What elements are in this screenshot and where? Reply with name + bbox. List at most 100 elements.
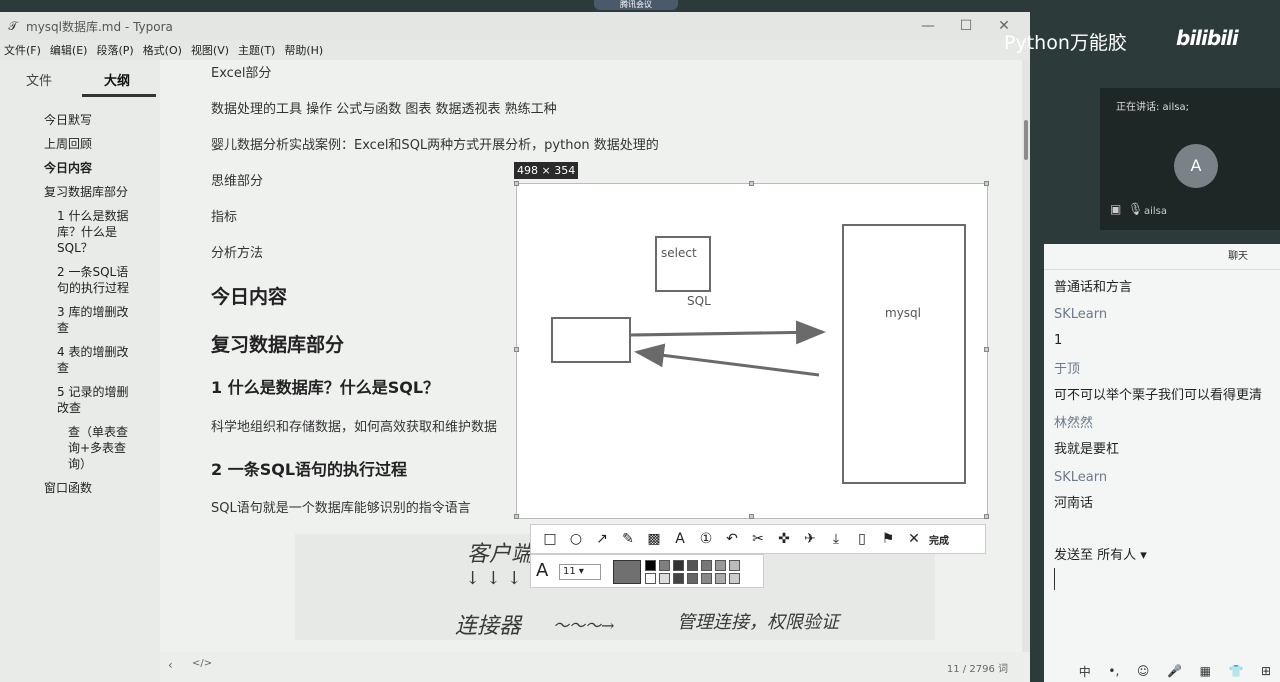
outline-item[interactable]: 5 记录的增删改查: [0, 384, 160, 416]
translate-icon[interactable]: ✈: [797, 527, 823, 551]
color-swatch[interactable]: [687, 560, 698, 571]
ime-indicator[interactable]: 中: [1079, 663, 1091, 680]
mosaic-tool-icon[interactable]: ▩: [641, 527, 667, 551]
color-swatch[interactable]: [715, 573, 726, 584]
menu-theme[interactable]: 主题(T): [238, 42, 275, 58]
resize-handle[interactable]: [514, 181, 519, 186]
color-swatch[interactable]: [659, 560, 670, 571]
number-tool-icon[interactable]: ①: [693, 527, 719, 551]
handwritten-connector: 连接器: [455, 614, 522, 639]
undo-icon[interactable]: ↶: [719, 527, 745, 551]
outline-item[interactable]: 查（单表查询+多表查询）: [0, 424, 160, 472]
cancel-icon[interactable]: ✕: [901, 527, 927, 551]
tab-files[interactable]: 文件: [0, 70, 78, 89]
tab-outline[interactable]: 大纲: [78, 70, 156, 89]
outline-item[interactable]: 2 一条SQL语句的执行过程: [0, 264, 160, 296]
handwritten-client: 客户端: [467, 542, 534, 567]
maximize-button[interactable]: ☐: [948, 12, 984, 40]
phone-icon[interactable]: ▯: [849, 527, 875, 551]
color-swatch[interactable]: [715, 560, 726, 571]
color-swatch[interactable]: [673, 560, 684, 571]
color-swatch[interactable]: [729, 573, 740, 584]
arrow-from-mysql: [634, 343, 820, 377]
bookmark-icon[interactable]: ⚑: [875, 527, 901, 551]
system-tray: 中 •, ☺ 🎤 ▦ 👕 ⊞: [1070, 660, 1280, 682]
chat-message: 我就是要杠: [1054, 442, 1120, 457]
menu-view[interactable]: 视图(V): [191, 42, 229, 58]
emoji-icon[interactable]: ☺: [1137, 664, 1150, 678]
color-swatch[interactable]: [701, 573, 712, 584]
chat-sender: SKLearn: [1054, 470, 1108, 485]
color-swatch[interactable]: [729, 560, 740, 571]
outline-item[interactable]: 窗口函数: [0, 480, 160, 496]
menu-paragraph[interactable]: 段落(P): [96, 42, 133, 58]
sidebar: 文件 大纲 今日默写 上周回顾 今日内容 复习数据库部分 1 什么是数据库？什么…: [0, 60, 160, 682]
color-swatch[interactable]: [687, 573, 698, 584]
word-count[interactable]: 11 / 2796 词: [947, 660, 1008, 675]
skin-icon[interactable]: 👕: [1229, 664, 1244, 678]
outline-item[interactable]: 上周回顾: [0, 136, 160, 152]
resize-handle[interactable]: [514, 347, 519, 352]
send-to-selector[interactable]: 发送至 所有人 ▾: [1054, 544, 1147, 563]
grid-icon[interactable]: ⊞: [1261, 664, 1271, 678]
paragraph: 婴儿数据分析实战案例：Excel和SQL两种方式开展分析，python 数据处理…: [211, 138, 659, 153]
text-tool-icon[interactable]: A: [667, 527, 693, 551]
keyboard-icon[interactable]: ▦: [1200, 664, 1211, 678]
speaker-panel: 正在讲话: ailsa; A ▣ 🎙 ailsa: [1100, 88, 1280, 230]
outline-item[interactable]: 今日默写: [0, 112, 160, 128]
minimize-button[interactable]: —: [910, 12, 946, 40]
meeting-app-pill[interactable]: 腾讯会议: [594, 0, 678, 10]
editor-scrollbar[interactable]: [1022, 60, 1030, 660]
resize-handle[interactable]: [514, 514, 519, 519]
channel-brand: Python万能胶: [1004, 32, 1127, 54]
save-icon[interactable]: ⤓: [823, 527, 849, 551]
done-button[interactable]: 完成: [929, 532, 949, 547]
scroll-thumb[interactable]: [1024, 120, 1028, 160]
punctuation-icon[interactable]: •,: [1108, 664, 1119, 678]
resize-handle[interactable]: [749, 514, 754, 519]
chat-input-caret[interactable]: [1054, 568, 1055, 590]
menu-file[interactable]: 文件(F): [4, 42, 41, 58]
color-swatch[interactable]: [673, 573, 684, 584]
heading: 今日内容: [211, 286, 288, 308]
video-off-icon: ▣: [1110, 202, 1122, 216]
capture-region[interactable]: select SQL mysql: [514, 181, 989, 519]
font-size-select[interactable]: 11 ▾: [559, 564, 601, 580]
resize-handle[interactable]: [984, 181, 989, 186]
screenshot-toolbar: □ ○ ↗ ✎ ▩ A ① ↶ ✂ ✜ ✈ ⤓ ▯ ⚑ ✕ 完成: [530, 524, 986, 554]
pin-icon[interactable]: ✂: [745, 527, 771, 551]
handwritten-arrow: ～～～→: [553, 616, 615, 635]
ellipse-tool-icon[interactable]: ○: [563, 527, 589, 551]
arrow-tool-icon[interactable]: ↗: [589, 527, 615, 551]
menu-bar: 文件(F) 编辑(E) 段落(P) 格式(O) 视图(V) 主题(T) 帮助(H…: [0, 40, 1030, 60]
resize-handle[interactable]: [984, 514, 989, 519]
paragraph: 数据处理的工具 操作 公式与函数 图表 数据透视表 熟练工种: [211, 102, 557, 117]
color-swatch[interactable]: [701, 560, 712, 571]
rectangle-tool-icon[interactable]: □: [537, 527, 563, 551]
menu-format[interactable]: 格式(O): [143, 42, 182, 58]
microphone-icon: 🎙: [1128, 202, 1144, 216]
outline-item[interactable]: 今日内容: [0, 160, 160, 176]
color-swatch[interactable]: [645, 560, 656, 571]
resize-handle[interactable]: [984, 347, 989, 352]
chat-sender: SKLearn: [1054, 307, 1108, 322]
pen-tool-icon[interactable]: ✎: [615, 527, 641, 551]
source-mode-icon[interactable]: </>: [192, 658, 212, 669]
back-icon[interactable]: ‹: [168, 658, 173, 672]
outline-item[interactable]: 1 什么是数据库？什么是SQL？: [0, 208, 160, 256]
speaking-indicator: 正在讲话: ailsa;: [1116, 102, 1189, 113]
outline-item[interactable]: 3 库的增删改查: [0, 304, 160, 336]
menu-help[interactable]: 帮助(H): [284, 42, 323, 58]
resize-handle[interactable]: [749, 181, 754, 186]
outline-item[interactable]: 4 表的增删改查: [0, 344, 160, 376]
ocr-icon[interactable]: ✜: [771, 527, 797, 551]
menu-edit[interactable]: 编辑(E): [50, 42, 88, 58]
color-swatch[interactable]: [659, 573, 670, 584]
heading: 1 什么是数据库？什么是SQL？: [211, 378, 440, 397]
paragraph: SQL语句就是一个数据库能够识别的指令语言: [211, 501, 471, 516]
current-color[interactable]: [613, 560, 641, 584]
down-arrows: ↓ ↓ ↓: [465, 568, 522, 589]
microphone-tray-icon[interactable]: 🎤: [1167, 664, 1182, 678]
color-swatch[interactable]: [645, 573, 656, 584]
outline-item[interactable]: 复习数据库部分: [0, 184, 160, 200]
